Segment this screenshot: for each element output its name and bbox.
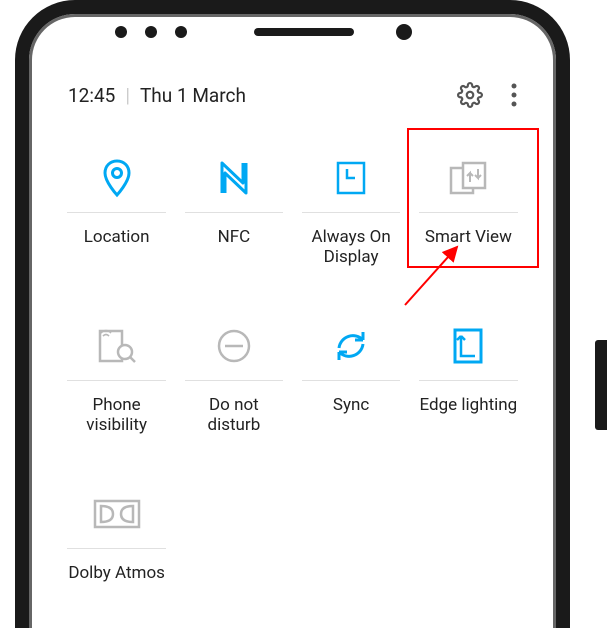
tile-label: Always On Display (312, 227, 391, 268)
tile-edge-lighting[interactable]: Edge lighting (410, 306, 527, 474)
tile-always-on-display[interactable]: Always On Display (293, 138, 410, 306)
tile-label: Do not disturb (208, 395, 261, 436)
tile-label: Edge lighting (420, 395, 518, 415)
tile-label: Location (84, 227, 150, 247)
status-bar: 12:45 | Thu 1 March (58, 82, 527, 108)
tile-label: NFC (218, 227, 251, 247)
tile-label: Sync (333, 395, 369, 415)
tile-do-not-disturb[interactable]: Do not disturb (175, 306, 292, 474)
sync-icon (333, 324, 369, 368)
location-icon (100, 156, 134, 200)
nfc-icon (215, 156, 253, 200)
dolby-atmos-icon (93, 492, 141, 536)
more-icon[interactable] (511, 82, 517, 108)
tile-phone-visibility[interactable]: Phone visibility (58, 306, 175, 474)
always-on-display-icon (335, 156, 367, 200)
tile-smart-view[interactable]: Smart View (410, 138, 527, 306)
screen: 12:45 | Thu 1 March Location NF (40, 62, 545, 628)
tile-label: Dolby Atmos (68, 563, 165, 583)
smart-view-icon (448, 156, 488, 200)
tile-nfc[interactable]: NFC (175, 138, 292, 306)
phone-visibility-icon (97, 324, 137, 368)
status-date: Thu 1 March (140, 84, 246, 107)
edge-lighting-icon (452, 324, 484, 368)
do-not-disturb-icon (216, 324, 252, 368)
tile-dolby-atmos[interactable]: Dolby Atmos (58, 474, 175, 628)
quick-settings-grid: Location NFC Always On Display (58, 138, 527, 628)
tile-label: Smart View (425, 227, 512, 247)
tile-sync[interactable]: Sync (293, 306, 410, 474)
status-time: 12:45 (68, 84, 115, 107)
tile-location[interactable]: Location (58, 138, 175, 306)
tile-label: Phone visibility (86, 395, 147, 436)
gear-icon[interactable] (457, 82, 483, 108)
status-divider: | (125, 84, 130, 107)
